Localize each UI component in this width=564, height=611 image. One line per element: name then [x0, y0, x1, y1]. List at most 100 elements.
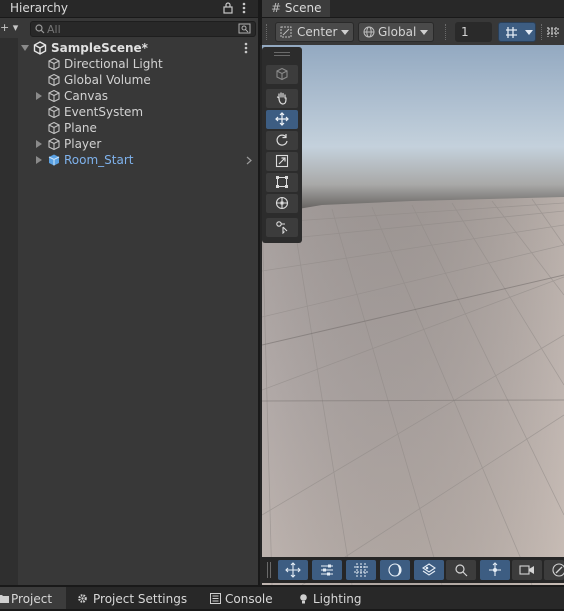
hierarchy-item-room-start[interactable]: Room_Start [18, 152, 258, 168]
gizmos-icon [552, 563, 564, 577]
grid-icon [354, 563, 368, 577]
scene-toolbar: Center Global 1 [262, 18, 564, 45]
hierarchy-tab[interactable]: Hierarchy [0, 0, 258, 17]
scene-root-row[interactable]: SampleScene* [18, 40, 258, 56]
hierarchy-gutter [0, 38, 18, 585]
custom-tool-icon [276, 221, 288, 234]
cube-icon [276, 67, 288, 81]
overlay-settings-button[interactable] [312, 560, 342, 580]
transform-icon [275, 196, 289, 210]
hierarchy-item-global-volume[interactable]: Global Volume [18, 72, 258, 88]
toolbar-separator [541, 24, 544, 40]
rect-transform-icon [276, 176, 288, 188]
prefab-icon [47, 153, 61, 167]
hierarchy-item-label: Room_Start [64, 153, 134, 167]
overlay-search-button[interactable] [446, 560, 476, 580]
view-cube-tool[interactable] [266, 65, 298, 84]
hierarchy-item-label: Global Volume [64, 73, 151, 87]
drag-handle-line [274, 55, 290, 56]
custom-tool-button[interactable] [266, 218, 298, 237]
hierarchy-tree: SampleScene* Directional Light Global Vo… [0, 38, 258, 585]
move-tool-button[interactable] [266, 110, 298, 129]
gameobject-icon [47, 57, 61, 71]
rotate-icon [276, 134, 288, 146]
pivot-space-label: Global [378, 25, 417, 39]
collapse-arrow-icon[interactable] [21, 45, 29, 51]
hierarchy-item-eventsystem[interactable]: EventSystem [18, 104, 258, 120]
hierarchy-item-directional-light[interactable]: Directional Light [18, 56, 258, 72]
toolbar-separator [445, 24, 448, 40]
hierarchy-item-label: Player [64, 137, 102, 151]
overlay-camera-button[interactable] [512, 560, 542, 580]
tools-overlay [262, 47, 302, 243]
pivot-space-dropdown[interactable]: Global [358, 22, 434, 42]
gameobject-icon [47, 73, 61, 87]
lock-icon[interactable] [222, 2, 234, 14]
overlay-gizmos-button[interactable] [544, 560, 564, 580]
scene-viewport[interactable] [260, 45, 564, 585]
rotate-tool-button[interactable] [266, 131, 298, 150]
scene-menu-icon[interactable] [242, 41, 250, 55]
tab-console[interactable]: Console [209, 587, 285, 609]
bulb-icon [298, 593, 309, 604]
scale-tool-button[interactable] [266, 152, 298, 171]
overlay-grid-button[interactable] [346, 560, 376, 580]
expand-arrow-icon[interactable] [36, 156, 42, 164]
toolbar-separator [266, 24, 269, 40]
overlay-render-mode-button[interactable] [414, 560, 444, 580]
chevron-down-icon [525, 30, 533, 35]
grid-hash-icon: # [271, 1, 282, 15]
drag-handle[interactable] [267, 562, 268, 578]
globe-icon [363, 26, 375, 38]
tab-label: Console [225, 592, 273, 606]
snap-value: 1 [461, 25, 469, 39]
gameobject-icon [47, 137, 61, 151]
rect-tool-button[interactable] [266, 173, 298, 192]
drag-handle[interactable] [274, 52, 290, 53]
expand-arrow-icon[interactable] [36, 92, 42, 100]
hierarchy-item-label: Directional Light [64, 57, 163, 71]
tab-lighting[interactable]: Lighting [297, 587, 367, 609]
create-dropdown-button[interactable]: + ▾ [0, 21, 22, 35]
pivot-mode-label: Center [297, 25, 338, 39]
hierarchy-item-player[interactable]: Player [18, 136, 258, 152]
layers-icon [422, 563, 436, 576]
drag-handle-line [270, 562, 271, 578]
increment-snap-icon[interactable] [546, 25, 560, 38]
overlay-move-button[interactable] [278, 560, 308, 580]
hierarchy-search-field[interactable] [30, 21, 256, 37]
tab-project-settings[interactable]: Project Settings [76, 587, 192, 609]
unity-scene-icon [33, 41, 47, 55]
scene-render [262, 45, 564, 585]
prefab-open-arrow-icon[interactable] [246, 156, 252, 165]
hierarchy-search-input[interactable] [47, 22, 227, 36]
tab-label: Project [11, 592, 53, 606]
overlay-pivot-button[interactable] [480, 560, 510, 580]
scene-tab-label: Scene [284, 1, 322, 15]
tab-project[interactable]: Project [0, 587, 66, 609]
scene-tab-title: # Scene [271, 0, 321, 17]
search-icon [35, 24, 45, 34]
pivot-icon [489, 562, 501, 576]
expand-arrow-icon[interactable] [36, 140, 42, 148]
search-filter-icon[interactable] [238, 23, 252, 35]
hierarchy-menu-icon[interactable] [240, 1, 248, 15]
transform-tool-button[interactable] [266, 194, 298, 213]
tab-label: Project Settings [93, 592, 188, 606]
hierarchy-tab-title: Hierarchy [10, 1, 69, 15]
scene-tab[interactable]: # Scene [262, 0, 564, 17]
hierarchy-item-label: EventSystem [64, 105, 144, 119]
grid-snap-increment-field[interactable]: 1 [455, 22, 492, 42]
grid-snap-toggle[interactable] [498, 22, 536, 42]
gameobject-icon [47, 89, 61, 103]
folder-icon [0, 593, 9, 604]
hierarchy-item-canvas[interactable]: Canvas [18, 88, 258, 104]
scale-icon [275, 154, 289, 168]
hand-tool-button[interactable] [266, 89, 298, 108]
hierarchy-item-plane[interactable]: Plane [18, 120, 258, 136]
pivot-mode-dropdown[interactable]: Center [275, 22, 354, 42]
camera-icon [519, 565, 534, 575]
sliders-icon [321, 564, 333, 576]
overlay-lighting-button[interactable] [380, 560, 410, 580]
overlay-toolbar [262, 557, 564, 583]
